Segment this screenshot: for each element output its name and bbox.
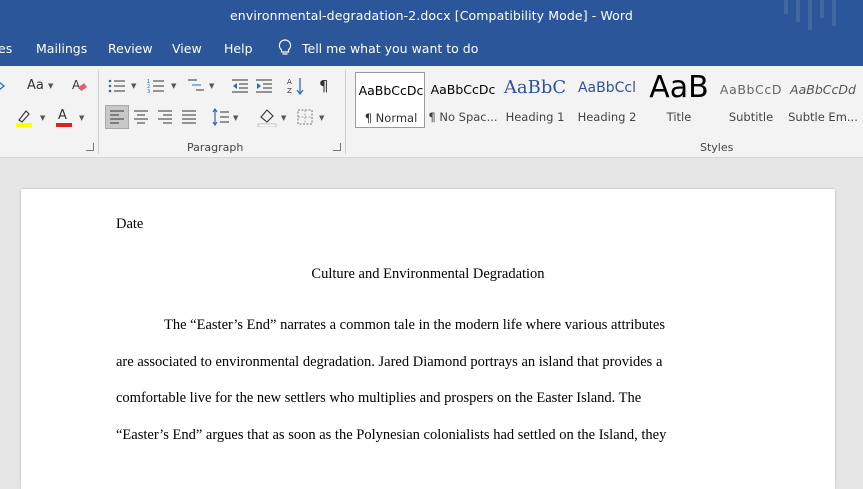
align-left-icon [110,110,124,124]
chevron-down-icon[interactable]: ▼ [79,114,84,122]
styles-group-label: Styles [700,141,734,154]
tab-help[interactable]: Help [224,41,253,56]
style-preview: AaB [649,70,709,105]
document-heading: Culture and Environmental Degradation [311,266,545,282]
font-color-letter: A [58,108,67,123]
title-bar: environmental-degradation-2.docx [Compat… [0,0,863,32]
style-preview: AaBbCcDd [790,82,856,97]
align-center-icon[interactable] [133,110,149,124]
lightbulb-icon [278,39,292,55]
style-preview: AaBbCcDc [358,83,424,98]
style-name: Subtitle [728,110,774,124]
style-name: ¶ No Spac... [428,110,498,124]
multilevel-list-icon[interactable] [187,78,205,94]
chevron-down-icon[interactable]: ▼ [233,114,238,122]
chevron-down-icon[interactable]: ▼ [209,82,214,90]
justify-icon[interactable] [181,110,197,124]
style-subtitle[interactable]: AaBbCcD Subtitle [716,72,786,128]
style-preview: AaBbCcDc [430,82,496,97]
align-right-icon[interactable] [157,110,173,124]
tell-me-box[interactable]: Tell me what you want to do [278,39,478,57]
title-bar-decoration [784,0,788,14]
decrease-font-size-icon[interactable] [0,78,6,94]
style-heading-1[interactable]: AaBbC Heading 1 [500,72,570,128]
paragraph-line: are associated to environmental degradat… [116,354,663,370]
chevron-down-icon[interactable]: ▼ [171,82,176,90]
style-title[interactable]: AaB Title [644,70,714,128]
chevron-down-icon[interactable]: ▼ [48,82,53,90]
font-dialog-launcher[interactable] [86,143,94,151]
increase-indent-icon[interactable] [255,78,273,94]
paragraph-line: The “Easter’s End” narrates a common tal… [164,317,666,333]
style-subtle-emphasis[interactable]: AaBbCcDd Subtle Em... [788,72,858,128]
paragraph-dialog-launcher[interactable] [333,143,341,151]
highlight-color-icon[interactable] [15,108,33,128]
style-no-spacing[interactable]: AaBbCcDc ¶ No Spac... [428,72,498,128]
style-name: Title [666,110,692,124]
svg-text:3: 3 [147,89,150,95]
tell-me-text: Tell me what you want to do [302,40,479,56]
clear-formatting-icon[interactable]: A [71,77,87,95]
style-name: Heading 2 [577,110,637,124]
style-name: ¶ Normal [364,111,418,125]
styles-gallery: AaBbCcDc ¶ Normal AaBbCcDc ¶ No Spac... … [354,70,863,130]
document-page[interactable]: Date Culture and Environmental Degradati… [21,189,835,489]
svg-text:A: A [72,78,81,92]
group-separator [98,70,99,154]
svg-text:Z: Z [287,87,292,95]
tab-view[interactable]: View [172,41,202,56]
window-title: environmental-degradation-2.docx [Compat… [230,8,633,23]
group-separator [345,70,346,154]
bullets-icon[interactable] [108,78,126,94]
title-bar-decoration [832,0,836,26]
numbering-icon[interactable]: 1 2 3 [147,77,165,95]
style-name: Heading 1 [505,110,565,124]
show-formatting-marks-icon[interactable]: ¶ [319,78,329,94]
title-bar-decoration [796,0,800,22]
chevron-down-icon[interactable]: ▼ [131,82,136,90]
paragraph-group-label: Paragraph [187,141,244,154]
chevron-down-icon[interactable]: ▼ [281,114,286,122]
paragraph-line: “Easter’s End” argues that as soon as th… [116,427,667,443]
decrease-indent-icon[interactable] [231,78,249,94]
borders-icon[interactable] [297,109,313,125]
ribbon: Aa ▼ A ▼ A ▼ ▼ 1 2 3 ▼ ▼ A Z ¶ ▼ ▼ ▼ Par… [0,66,863,158]
line-spacing-icon[interactable] [212,108,230,126]
tab-references[interactable]: es [0,41,12,56]
date-line: Date [116,216,144,232]
font-color-icon[interactable]: A [55,106,73,128]
ribbon-tabs: es Mailings Review View Help Tell me wha… [0,32,863,66]
tab-review[interactable]: Review [108,41,153,56]
chevron-down-icon[interactable]: ▼ [40,114,45,122]
title-bar-decoration [808,0,812,30]
change-case-icon[interactable]: Aa [27,78,44,94]
style-preview: AaBbC [503,77,567,98]
style-name: Subtle Em... [788,110,858,124]
style-preview: AaBbCcD [719,82,783,97]
chevron-down-icon[interactable]: ▼ [319,114,324,122]
title-bar-decoration [820,0,824,18]
document-workspace: Date Culture and Environmental Degradati… [0,158,863,489]
paragraph-line: comfortable live for the new settlers wh… [116,390,642,406]
style-normal[interactable]: AaBbCcDc ¶ Normal [355,72,425,128]
sort-icon[interactable]: A Z [287,76,305,96]
style-preview: AaBbCcl [577,80,636,96]
svg-text:A: A [287,78,292,86]
tab-mailings[interactable]: Mailings [36,41,87,56]
shading-icon[interactable] [257,107,277,127]
style-heading-2[interactable]: AaBbCcl Heading 2 [572,72,642,128]
